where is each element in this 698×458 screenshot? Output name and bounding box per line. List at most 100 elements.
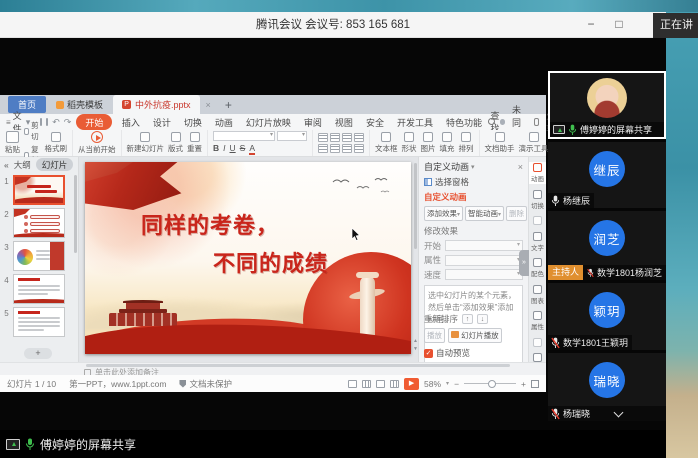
smart-anim-button[interactable]: 智能动画▾ xyxy=(465,206,504,221)
layout-button[interactable]: 版式 xyxy=(168,132,183,154)
sidebar-tab-properties[interactable]: 属性 xyxy=(529,310,546,332)
redo-icon[interactable]: ↷ xyxy=(64,117,72,128)
menu-start[interactable]: 开始 xyxy=(76,114,112,130)
slide-title-line2[interactable]: 不同的成绩 xyxy=(213,246,328,278)
arrange-button[interactable]: 排列 xyxy=(459,132,474,154)
zoom-slider-knob[interactable] xyxy=(488,380,496,388)
zoom-slider[interactable] xyxy=(464,383,516,384)
property-select[interactable] xyxy=(445,255,523,266)
picture-button[interactable]: 图片 xyxy=(421,132,436,154)
menu-slideshow[interactable]: 幻灯片放映 xyxy=(239,116,297,129)
play-from-current-button[interactable]: 从当前开始 xyxy=(78,131,116,155)
bullets-icon[interactable] xyxy=(318,133,328,142)
speed-select[interactable] xyxy=(445,269,523,280)
print-icon[interactable] xyxy=(46,118,48,126)
paste-button[interactable]: 粘贴 xyxy=(5,131,20,155)
menu-security[interactable]: 安全 xyxy=(359,116,390,129)
menu-review[interactable]: 审阅 xyxy=(297,116,328,129)
text-box-button[interactable]: 文本框 xyxy=(375,132,398,154)
shape-button[interactable]: 形状 xyxy=(402,132,417,154)
thumbnail-image-2[interactable] xyxy=(13,208,65,238)
participant-tile[interactable]: 继辰 杨继辰 xyxy=(548,142,666,208)
menu-design[interactable]: 设计 xyxy=(146,116,177,129)
slide-thumb-4[interactable]: 4 xyxy=(0,274,78,304)
normal-view-icon[interactable] xyxy=(348,380,357,388)
numbering-icon[interactable] xyxy=(330,133,340,142)
align-right-icon[interactable] xyxy=(342,144,352,153)
slide-thumb-3[interactable]: 3 xyxy=(0,241,78,271)
zoom-level[interactable]: 58% xyxy=(424,379,441,389)
new-slide-button[interactable]: 新建幻灯片 xyxy=(127,132,165,154)
slide-thumb-5[interactable]: 5 xyxy=(0,307,78,337)
align-left-icon[interactable] xyxy=(318,144,328,153)
participant-tile[interactable]: 颖玥 数学1801王颖玥 xyxy=(548,283,666,350)
start-select[interactable] xyxy=(445,240,523,251)
protection-status[interactable]: 文档未保护 xyxy=(179,378,232,390)
font-name-combo[interactable] xyxy=(213,131,275,141)
slide-sorter-icon[interactable] xyxy=(362,380,371,388)
sidebar-tab-colors[interactable]: 配色 xyxy=(529,257,546,279)
fit-screen-icon[interactable] xyxy=(531,380,539,388)
slideshow-play-button[interactable]: 幻灯片播放 xyxy=(448,328,502,343)
add-effect-button[interactable]: 添加效果▾ xyxy=(424,206,463,221)
add-slide-button[interactable]: + xyxy=(24,348,52,359)
menu-view[interactable]: 视图 xyxy=(328,116,359,129)
font-color-button[interactable]: A xyxy=(249,143,255,155)
fill-button[interactable]: 填充 xyxy=(440,132,455,154)
close-pane-icon[interactable]: × xyxy=(518,162,523,172)
move-down-button[interactable]: ↓ xyxy=(477,314,488,324)
indent-decrease-icon[interactable] xyxy=(342,133,352,142)
cut-button[interactable]: 剪切 xyxy=(24,120,41,142)
tab-docer[interactable]: 稻壳模板 xyxy=(46,98,113,111)
sidebar-tab-transition[interactable]: 切换 xyxy=(529,189,546,211)
thumbnail-scrollbar[interactable] xyxy=(74,175,77,253)
line-spacing-icon[interactable] xyxy=(354,144,364,153)
move-up-button[interactable]: ↑ xyxy=(462,314,473,324)
participant-tile-host[interactable]: 润芝 主持人 数学1801杨润芝 xyxy=(548,211,666,280)
doc-assistant-button[interactable]: 文档助手 xyxy=(485,132,515,154)
minimize-button[interactable]: − xyxy=(578,12,604,38)
zoom-out-button[interactable]: − xyxy=(454,379,459,389)
menu-devtools[interactable]: 开发工具 xyxy=(390,116,439,129)
menu-features[interactable]: 特色功能 xyxy=(439,116,488,129)
close-tab-icon[interactable]: × xyxy=(200,100,217,110)
notes-view-icon[interactable] xyxy=(390,380,399,388)
sidebar-collapse-handle[interactable]: » xyxy=(519,250,529,276)
sidebar-tab-text[interactable]: 文字 xyxy=(529,231,546,253)
selection-pane-button[interactable]: 选择窗格 xyxy=(424,176,523,188)
thumbnail-image-3[interactable] xyxy=(13,241,65,271)
tab-document[interactable]: P 中外抗疫.pptx xyxy=(113,95,200,114)
slide-title-line1[interactable]: 同样的考卷， xyxy=(141,208,279,240)
slide-vertical-scrollbar[interactable] xyxy=(414,163,417,249)
slide-thumb-2[interactable]: 2 xyxy=(0,208,78,238)
slideshow-play-button[interactable]: ▶ xyxy=(404,378,419,390)
sidebar-tab-8[interactable] xyxy=(529,337,546,348)
slide-thumb-1[interactable]: 1 xyxy=(0,175,78,205)
thumbnail-image-4[interactable] xyxy=(13,274,65,304)
menu-transition[interactable]: 切换 xyxy=(177,116,208,129)
reading-view-icon[interactable] xyxy=(376,380,385,388)
underline-button[interactable]: U xyxy=(230,143,236,155)
tab-slides[interactable]: 幻灯片 xyxy=(36,158,74,171)
participant-tile-sharer[interactable]: 傅婷婷的屏幕共享 xyxy=(548,71,666,139)
zoom-in-button[interactable]: + xyxy=(521,379,526,389)
menu-animation[interactable]: 动画 xyxy=(208,116,239,129)
collapse-panel-icon[interactable]: « xyxy=(4,160,9,170)
sidebar-tab-3[interactable] xyxy=(529,215,546,226)
indent-increase-icon[interactable] xyxy=(354,133,364,142)
strike-button[interactable]: S xyxy=(240,143,246,155)
play-animation-button[interactable]: 播放 xyxy=(424,328,445,343)
delete-effect-button[interactable]: 删除 xyxy=(506,206,527,221)
undo-icon[interactable]: ↶ xyxy=(52,117,60,128)
maximize-button[interactable]: □ xyxy=(606,12,632,38)
sidebar-tab-animation[interactable]: 动画 xyxy=(529,162,546,184)
italic-button[interactable]: I xyxy=(223,143,225,155)
sidebar-tab-chart[interactable]: 图表 xyxy=(529,284,546,306)
slide-canvas[interactable]: 同样的考卷， 不同的成绩 xyxy=(85,162,411,354)
chevron-down-icon[interactable]: ▾ xyxy=(471,163,475,171)
new-tab-button[interactable]: + xyxy=(217,98,240,112)
font-size-combo[interactable] xyxy=(277,131,307,141)
reset-button[interactable]: 重置 xyxy=(187,132,202,154)
thumbnail-image-5[interactable] xyxy=(13,307,65,337)
thumbnail-image-1[interactable] xyxy=(13,175,65,205)
